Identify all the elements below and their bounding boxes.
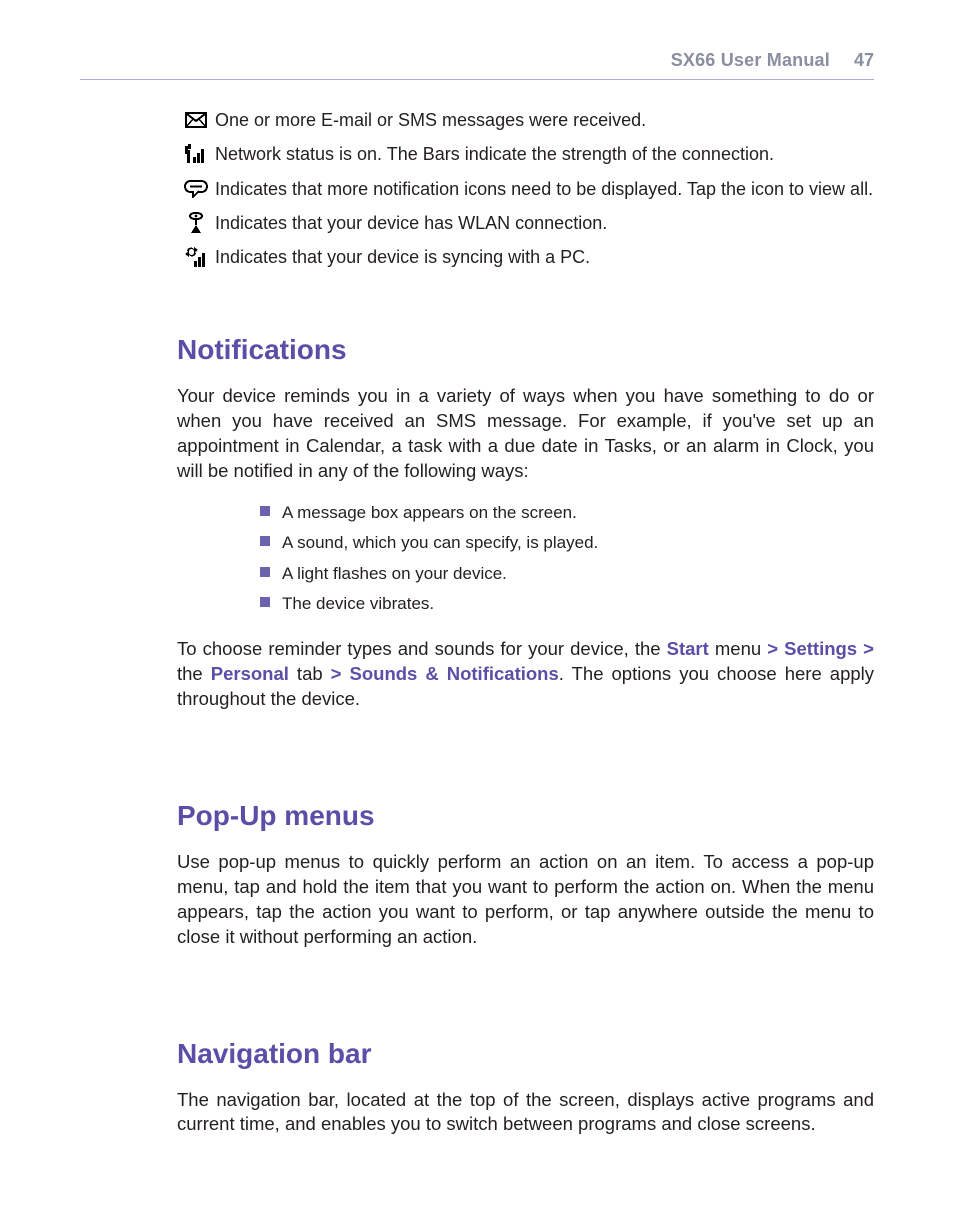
notifications-paragraph-1: Your device reminds you in a variety of … <box>80 384 874 484</box>
bullet-text: The device vibrates. <box>282 593 434 615</box>
document-page: SX66 User Manual 47 One or more E-mail o… <box>0 0 954 1215</box>
sync-icon <box>177 247 215 267</box>
icon-row-wlan: Indicates that your device has WLAN conn… <box>177 211 874 235</box>
text-part: menu <box>709 638 767 659</box>
heading-notifications: Notifications <box>80 334 874 366</box>
bullet-item: The device vibrates. <box>260 593 874 615</box>
square-bullet-icon <box>260 567 270 577</box>
bullet-item: A light flashes on your device. <box>260 563 874 585</box>
icon-desc: Network status is on. The Bars indicate … <box>215 142 774 166</box>
bullet-text: A sound, which you can specify, is playe… <box>282 532 598 554</box>
bullet-text: A light flashes on your device. <box>282 563 507 585</box>
page-header: SX66 User Manual 47 <box>80 50 874 80</box>
heading-navigation-bar: Navigation bar <box>80 1038 874 1070</box>
icon-desc: Indicates that your device is syncing wi… <box>215 245 590 269</box>
mail-icon <box>177 112 215 128</box>
square-bullet-icon <box>260 536 270 546</box>
bullet-item: A message box appears on the screen. <box>260 502 874 524</box>
navbar-paragraph-1: The navigation bar, located at the top o… <box>80 1088 874 1138</box>
square-bullet-icon <box>260 506 270 516</box>
icon-row-signal: Network status is on. The Bars indicate … <box>177 142 874 166</box>
icon-desc: Indicates that more notification icons n… <box>215 177 873 201</box>
heading-popup-menus: Pop-Up menus <box>80 800 874 832</box>
icon-row-more-notifications: Indicates that more notification icons n… <box>177 177 874 201</box>
menu-path-personal: Personal <box>211 663 289 684</box>
notifications-paragraph-2: To choose reminder types and sounds for … <box>80 637 874 712</box>
header-title: SX66 User Manual <box>671 50 830 71</box>
text-part: To choose reminder types and sounds for … <box>177 638 667 659</box>
signal-icon <box>177 144 215 164</box>
menu-path-start: Start <box>667 638 709 659</box>
menu-path-sounds: > Sounds & Notifications <box>331 663 559 684</box>
text-part: tab <box>289 663 331 684</box>
icon-row-mail: One or more E-mail or SMS messages were … <box>177 108 874 132</box>
bullet-item: A sound, which you can specify, is playe… <box>260 532 874 554</box>
more-notifications-icon <box>177 180 215 198</box>
square-bullet-icon <box>260 597 270 607</box>
icon-desc: One or more E-mail or SMS messages were … <box>215 108 646 132</box>
icon-definition-list: One or more E-mail or SMS messages were … <box>80 108 874 269</box>
text-part: the <box>177 663 211 684</box>
icon-desc: Indicates that your device has WLAN conn… <box>215 211 607 235</box>
menu-path-settings: > Settings > <box>767 638 874 659</box>
icon-row-sync: Indicates that your device is syncing wi… <box>177 245 874 269</box>
popup-paragraph-1: Use pop-up menus to quickly perform an a… <box>80 850 874 950</box>
header-page-number: 47 <box>854 50 874 71</box>
bullet-text: A message box appears on the screen. <box>282 502 577 524</box>
wlan-icon <box>177 212 215 234</box>
notifications-bullet-list: A message box appears on the screen. A s… <box>80 502 874 614</box>
